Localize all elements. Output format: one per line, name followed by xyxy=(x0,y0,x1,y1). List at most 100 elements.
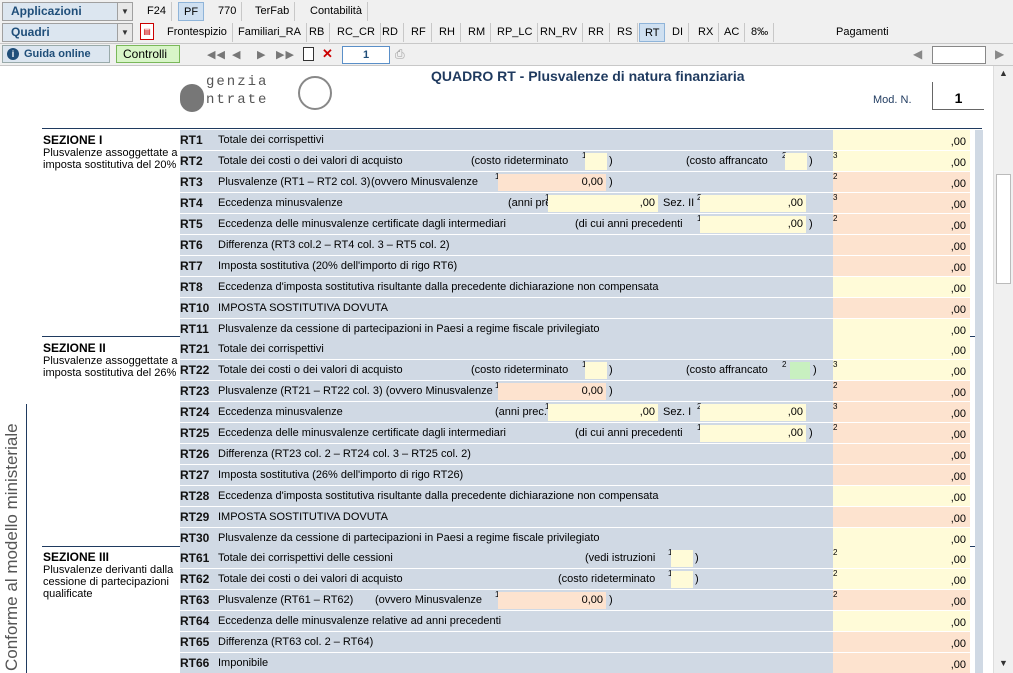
minusvalenze-label: (ovvero Minusvalenze xyxy=(371,176,478,188)
new-page-icon[interactable] xyxy=(303,47,314,61)
tab-rb[interactable]: RB xyxy=(304,23,331,42)
rt3-minus-input[interactable]: 0,00 xyxy=(498,174,606,191)
col-marker: 3 xyxy=(833,151,838,160)
rt65-value[interactable]: ,00 xyxy=(833,632,970,652)
rt6-value[interactable]: ,00 xyxy=(833,235,970,255)
tab-familiari-ra[interactable]: Familiari_RA xyxy=(233,23,307,42)
tab-pf[interactable]: PF xyxy=(178,2,205,21)
section-1-desc: Plusvalenze assoggettate a imposta sosti… xyxy=(43,147,178,171)
rt23-minus-input[interactable]: 0,00 xyxy=(498,383,606,400)
row-code: RT22 xyxy=(180,363,210,377)
scroll-left-icon[interactable]: ◀ xyxy=(913,47,922,61)
rt26-value[interactable]: ,00 xyxy=(833,444,970,464)
row-desc: Differenza (RT63 col. 2 – RT64) xyxy=(218,636,374,648)
next-page-icon[interactable]: ▶ xyxy=(257,48,265,61)
rt4-col1-input[interactable]: ,00 xyxy=(548,195,658,212)
vedi-istruzioni-label: (vedi istruzioni xyxy=(585,552,656,564)
row-rt66: RT66 Imponibile xyxy=(180,653,833,673)
rt8-value[interactable]: ,00 xyxy=(833,277,970,297)
print-icon[interactable]: ⎙ xyxy=(395,47,405,62)
tab-rh[interactable]: RH xyxy=(434,23,461,42)
guida-online-button[interactable]: i Guida online xyxy=(2,45,110,63)
tab-contabilita[interactable]: Contabilità xyxy=(305,2,368,21)
rt63-minus-input[interactable]: 0,00 xyxy=(498,592,606,609)
tab-770[interactable]: 770 xyxy=(213,2,243,21)
applicazioni-select[interactable]: Applicazioni ▼ xyxy=(2,2,133,21)
rt62-col1-input[interactable] xyxy=(671,571,693,588)
rt22-col1-input[interactable] xyxy=(585,362,607,379)
tab-per-mille[interactable]: 8‰ 5‰ 2‰ xyxy=(746,23,775,76)
rt1-value[interactable]: ,00 xyxy=(833,130,970,150)
rt66-value[interactable]: ,00 xyxy=(833,653,970,673)
tab-rx[interactable]: RX xyxy=(693,23,720,42)
controlli-button[interactable]: Controlli xyxy=(116,45,180,63)
search-field[interactable] xyxy=(932,46,986,64)
row-desc: Totale dei costi o dei valori di acquist… xyxy=(218,364,403,376)
page-number-field[interactable]: 1 xyxy=(342,46,390,64)
rt22-col2-input[interactable] xyxy=(790,362,810,379)
tab-rm[interactable]: RM xyxy=(463,23,492,42)
delete-page-icon[interactable]: ✕ xyxy=(322,46,333,62)
mod-number-field[interactable]: 1 xyxy=(932,82,984,110)
chevron-down-icon[interactable]: ▼ xyxy=(117,24,132,41)
rt2-col1-input[interactable] xyxy=(585,153,607,170)
tab-rt[interactable]: RT xyxy=(639,23,666,42)
tab-f24[interactable]: F24 xyxy=(142,2,172,21)
rt25-col1-input[interactable]: ,00 xyxy=(700,425,806,442)
tab-rs[interactable]: RS xyxy=(612,23,639,42)
tab-rc-cr[interactable]: RC_CR xyxy=(332,23,381,42)
tab-ac[interactable]: AC xyxy=(719,23,746,42)
tab-frontespizio[interactable]: Frontespizio xyxy=(162,23,233,42)
rt25-value[interactable]: ,00 xyxy=(833,423,970,443)
row-desc: Plusvalenze da cessione di partecipazion… xyxy=(218,532,600,544)
rt22-value[interactable]: ,00 xyxy=(833,360,970,380)
rt5-col1-input[interactable]: ,00 xyxy=(700,216,806,233)
scrollbar-thumb[interactable] xyxy=(996,174,1011,284)
rt21-value[interactable]: ,00 xyxy=(833,339,970,359)
prev-page-icon[interactable]: ◀ xyxy=(232,48,240,61)
rt4-value[interactable]: ,00 xyxy=(833,193,970,213)
rt2-value[interactable]: ,00 xyxy=(833,151,970,171)
rt24-value[interactable]: ,00 xyxy=(833,402,970,422)
row-desc: Imponibile xyxy=(218,657,269,669)
scroll-right-icon[interactable]: ▶ xyxy=(995,47,1004,61)
costo-affrancato-label: (costo affrancato xyxy=(686,155,768,167)
tab-rd[interactable]: RD xyxy=(377,23,404,42)
rt10-value[interactable]: ,00 xyxy=(833,298,970,318)
rt63-value[interactable]: ,00 xyxy=(833,590,970,610)
rt24-col2-input[interactable]: ,00 xyxy=(700,404,806,421)
tab-di[interactable]: DI xyxy=(667,23,689,42)
rt23-value[interactable]: ,00 xyxy=(833,381,970,401)
rt64-value[interactable]: ,00 xyxy=(833,611,970,631)
tab-terfab[interactable]: TerFab xyxy=(250,2,296,21)
vertical-scrollbar[interactable]: ▲ ▼ xyxy=(993,66,1013,673)
chevron-down-icon[interactable]: ▼ xyxy=(117,3,132,20)
rt5-value[interactable]: ,00 xyxy=(833,214,970,234)
rt7-value[interactable]: ,00 xyxy=(833,256,970,276)
section-3-desc: Plusvalenze derivanti dalla cessione di … xyxy=(43,564,174,600)
rt2-col2-input[interactable] xyxy=(785,153,807,170)
rt28-value[interactable]: ,00 xyxy=(833,486,970,506)
rt62-value[interactable]: ,00 xyxy=(833,569,970,589)
first-page-icon[interactable]: ◀◀ xyxy=(207,48,226,61)
last-page-icon[interactable]: ▶▶ xyxy=(276,48,295,61)
rt3-value[interactable]: ,00 xyxy=(833,172,970,192)
rt11-value[interactable]: ,00 xyxy=(833,319,970,339)
scroll-up-icon[interactable]: ▲ xyxy=(999,68,1008,78)
tab-pagamenti[interactable]: Pagamenti xyxy=(831,23,894,42)
rt30-value[interactable]: ,00 xyxy=(833,528,970,548)
rt61-col1-input[interactable] xyxy=(671,550,693,567)
rt27-value[interactable]: ,00 xyxy=(833,465,970,485)
quadri-select[interactable]: Quadri ▼ xyxy=(2,23,133,42)
rt24-col1-input[interactable]: ,00 xyxy=(548,404,658,421)
rt29-value[interactable]: ,00 xyxy=(833,507,970,527)
tab-rr[interactable]: RR xyxy=(583,23,610,42)
rt4-col2-input[interactable]: ,00 xyxy=(700,195,806,212)
tab-rf[interactable]: RF xyxy=(406,23,432,42)
tab-rp-lc[interactable]: RP_LC xyxy=(492,23,539,42)
pdf-icon[interactable]: ▤ xyxy=(140,23,154,40)
tab-rn-rv[interactable]: RN_RV xyxy=(535,23,584,42)
scroll-down-icon[interactable]: ▼ xyxy=(999,658,1008,668)
anni-precedenti-label: (di cui anni precedenti xyxy=(575,427,683,439)
rt61-value[interactable]: ,00 xyxy=(833,548,970,568)
